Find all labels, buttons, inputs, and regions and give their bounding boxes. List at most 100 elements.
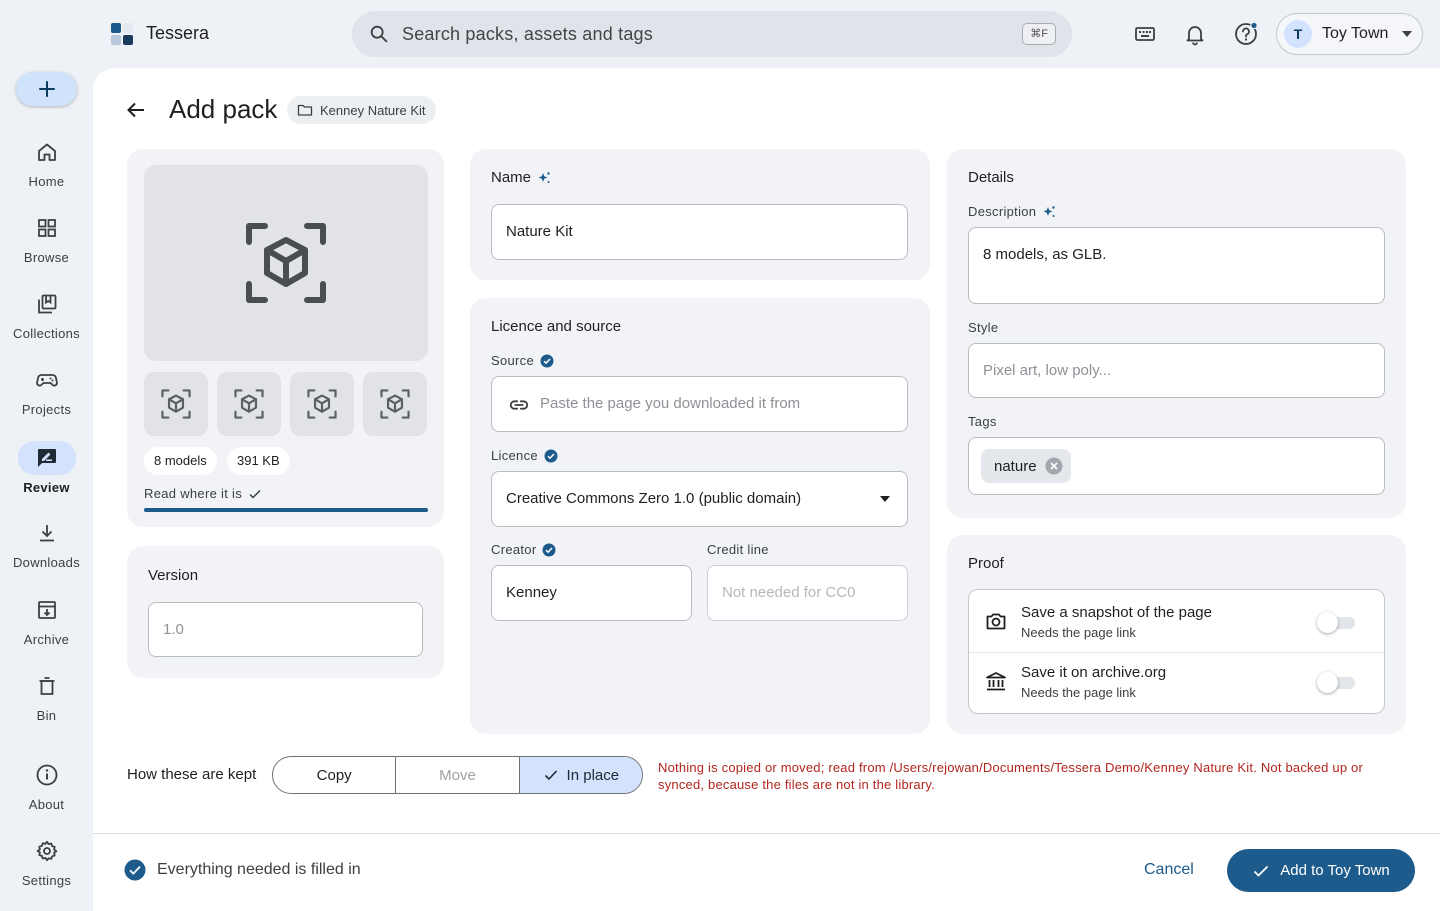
licence-title: Licence and source <box>491 318 622 335</box>
download-icon <box>19 517 75 549</box>
storage-mode-segmented: Copy Move In place <box>272 756 643 794</box>
model-preview[interactable] <box>144 165 428 361</box>
snapshot-toggle[interactable] <box>1317 612 1355 633</box>
credit-line-field[interactable]: Not needed for CC0 <box>707 565 908 621</box>
camera-icon <box>984 609 1008 633</box>
name-card-header: Name <box>491 169 551 186</box>
models-count-chip: 8 models <box>144 447 217 475</box>
plus-icon <box>37 79 57 99</box>
description-label: Description <box>968 204 1037 219</box>
details-title: Details <box>968 169 1014 186</box>
creator-field[interactable]: Kenney <box>491 565 692 621</box>
back-arrow-icon[interactable] <box>124 98 148 122</box>
proof-title: Proof <box>968 555 1004 572</box>
read-progress-fill <box>144 508 428 512</box>
account-switcher[interactable]: T Toy Town <box>1276 13 1423 55</box>
search-bar[interactable]: ⌘F <box>352 11 1072 57</box>
nav-item-browse[interactable]: Browse <box>0 212 93 265</box>
licence-label-row: Licence <box>491 448 558 463</box>
name-field[interactable]: Nature Kit <box>491 204 908 260</box>
check-icon <box>1252 862 1270 880</box>
thumbnail-2[interactable] <box>217 372 281 436</box>
archive-icon <box>19 594 75 626</box>
proof-item-subtitle: Needs the page link <box>1021 685 1136 700</box>
search-icon <box>368 23 390 45</box>
storage-option-copy[interactable]: Copy <box>273 757 397 793</box>
verified-icon <box>544 449 558 463</box>
add-to-project-button[interactable]: Add to Toy Town <box>1227 849 1415 892</box>
help-icon[interactable] <box>1232 20 1260 48</box>
account-name: Toy Town <box>1322 25 1389 42</box>
cancel-button[interactable]: Cancel <box>1144 861 1194 879</box>
proof-item-title: Save a snapshot of the page <box>1021 604 1212 621</box>
option-label: Move <box>439 766 476 784</box>
caret-down-icon <box>879 495 891 503</box>
footer-status: Everything needed is filled in <box>157 861 361 878</box>
archive-org-toggle[interactable] <box>1317 672 1355 693</box>
thumbnail-1[interactable] <box>144 372 208 436</box>
nav-label-home: Home <box>28 174 65 189</box>
page-title: Add pack <box>169 94 278 124</box>
nav-item-archive[interactable]: Archive <box>0 594 93 647</box>
tags-field[interactable]: nature <box>968 437 1385 495</box>
source-label: Source <box>491 353 534 368</box>
version-field[interactable]: 1.0 <box>148 602 423 657</box>
caret-down-icon <box>1401 29 1413 39</box>
check-icon <box>543 767 559 783</box>
nav-item-home[interactable]: Home <box>0 136 93 189</box>
trash-icon <box>19 670 75 702</box>
nav-item-downloads[interactable]: Downloads <box>0 517 93 570</box>
style-field[interactable]: Pixel art, low poly... <box>968 343 1385 398</box>
app-name: Tessera <box>146 23 210 43</box>
grid-icon <box>19 212 75 244</box>
option-label: Copy <box>316 766 352 784</box>
folder-icon <box>297 102 313 118</box>
info-icon <box>19 759 75 791</box>
nav-item-settings[interactable]: Settings <box>0 835 93 888</box>
sparkle-icon <box>537 171 551 185</box>
nav-item-about[interactable]: About <box>0 759 93 812</box>
nav-item-bin[interactable]: Bin <box>0 670 93 723</box>
add-to-project-label: Add to Toy Town <box>1280 862 1390 879</box>
nav-item-review[interactable]: Review <box>0 441 93 495</box>
nav-item-collections[interactable]: Collections <box>0 288 93 341</box>
storage-option-move[interactable]: Move <box>396 757 520 793</box>
creator-label: Creator <box>491 542 537 557</box>
3d-model-icon <box>161 389 191 419</box>
create-button[interactable] <box>16 72 77 106</box>
storage-option-in-place[interactable]: In place <box>519 757 642 793</box>
proof-item-title: Save it on archive.org <box>1021 664 1167 681</box>
version-title: Version <box>148 567 199 584</box>
read-status: Read where it is <box>144 486 262 501</box>
creator-label-row: Creator <box>491 542 556 557</box>
keyboard-icon[interactable] <box>1131 20 1159 48</box>
home-icon <box>19 136 75 168</box>
folder-chip[interactable]: Kenney Nature Kit <box>287 96 436 124</box>
option-label: In place <box>566 766 620 784</box>
licence-select[interactable]: Creative Commons Zero 1.0 (public domain… <box>491 471 908 527</box>
source-label-row: Source <box>491 353 554 368</box>
3d-model-icon <box>380 389 410 419</box>
description-field[interactable]: 8 models, as GLB. <box>968 227 1385 304</box>
thumbnail-4[interactable] <box>363 372 427 436</box>
tag-chip[interactable]: nature <box>981 449 1071 483</box>
collections-icon <box>19 288 75 320</box>
link-icon <box>508 394 530 416</box>
source-field[interactable]: Paste the page you downloaded it from <box>491 376 908 432</box>
verified-icon <box>540 354 554 368</box>
remove-tag-icon[interactable] <box>1045 457 1063 475</box>
version-placeholder: 1.0 <box>163 621 184 638</box>
check-circle-icon <box>124 859 146 881</box>
nav-item-projects[interactable]: Projects <box>0 364 93 417</box>
style-label: Style <box>968 320 999 335</box>
search-input[interactable] <box>402 11 1002 57</box>
nav-label-archive: Archive <box>23 632 70 647</box>
nav-label-projects: Projects <box>21 402 72 417</box>
read-progress-bar <box>144 508 428 512</box>
verified-icon <box>542 543 556 557</box>
thumbnail-3[interactable] <box>290 372 354 436</box>
bell-icon[interactable] <box>1181 20 1209 48</box>
nav-label-downloads: Downloads <box>12 555 80 570</box>
credit-line-placeholder: Not needed for CC0 <box>722 584 856 601</box>
avatar: T <box>1284 20 1312 48</box>
